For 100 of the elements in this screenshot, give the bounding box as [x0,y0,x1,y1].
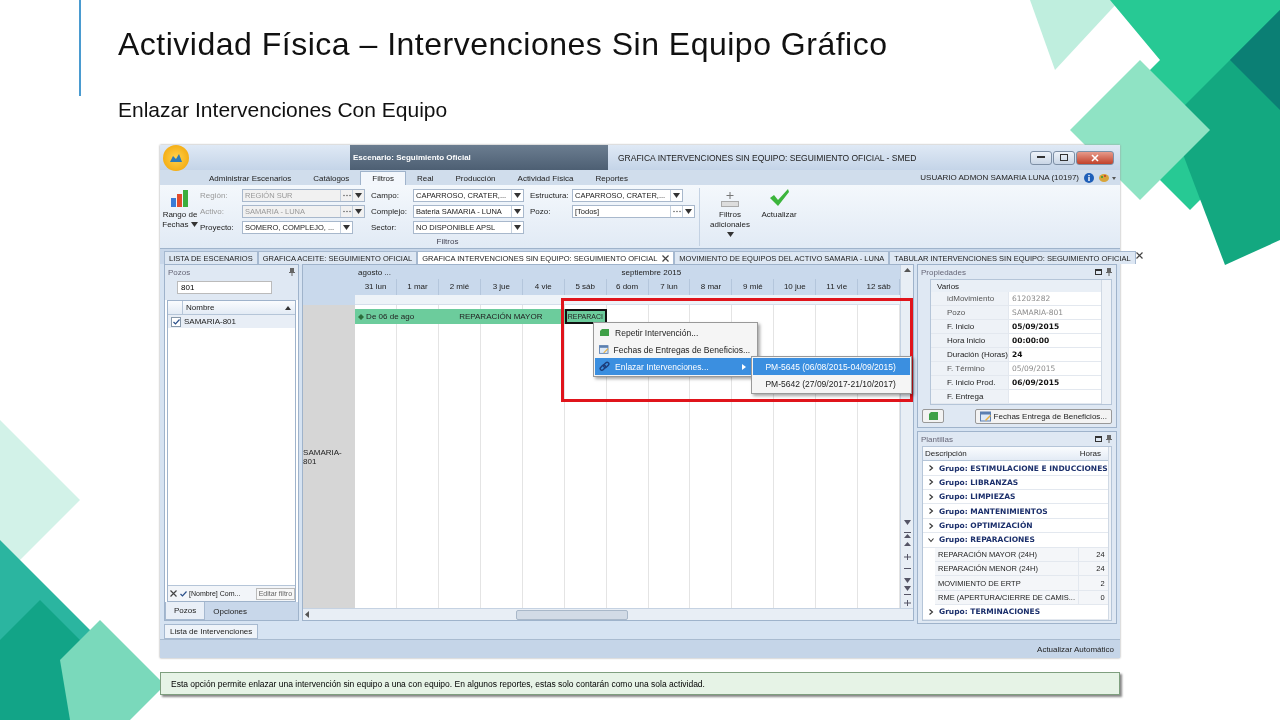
chevron-icon[interactable] [928,608,934,615]
scrollbar[interactable] [1101,280,1111,405]
dropdown-caret-icon [673,192,680,198]
column-header[interactable]: Descripción [923,447,1078,461]
dropdown-caret-icon [514,208,521,214]
maximize-button[interactable] [1053,150,1075,165]
checkbox[interactable] [179,589,187,598]
minimize-button[interactable] [1030,150,1052,165]
benefit-dates-button[interactable]: Fechas Entrega de Beneficios... [974,408,1112,424]
field-label: Proyecto: [200,222,235,232]
dropdown-caret-icon [514,192,521,198]
property-name: Pozo [931,306,1009,320]
scroll-left-icon[interactable] [303,611,312,619]
chevron-icon[interactable] [928,479,934,486]
month-header: agosto ... [358,267,392,277]
calendar-icon [979,410,991,422]
zoom-controls-drawing[interactable] [903,518,911,609]
ribbon-tab[interactable]: Real [406,171,445,185]
checkmark-icon [768,188,790,208]
menu-item[interactable]: Fechas de Entregas de Beneficios... [595,341,757,359]
clear-filter-icon[interactable] [170,590,177,598]
scroll-thumb[interactable] [516,609,629,620]
panel-title: Plantillas [921,434,953,444]
property-name: Hora Inicio [931,334,1009,348]
property-name: F. Término [931,362,1009,376]
bar-chart-icon [169,188,191,208]
add-filter-icon [719,190,741,208]
panel-title: Pozos [168,267,191,277]
property-name: F. Inicio Prod. [931,376,1009,390]
additional-filters-button[interactable]: Filtros adicionales [704,190,756,239]
field-label: Región: [200,190,229,200]
block-icon [927,412,939,421]
field-label: Pozo: [530,206,552,216]
dropdown-caret-icon [343,224,350,230]
property-name: idMovimiento [931,292,1009,306]
property-name: F. Inicio [931,320,1009,334]
block-button[interactable] [922,409,944,424]
menu-item[interactable]: PM-5642 (27/09/2017-21/10/2017) [753,375,911,393]
chevron-icon[interactable] [928,536,934,543]
user-label: USUARIO ADMON SAMARIA LUNA (10197) [920,173,1079,182]
panel-controls-drawing[interactable] [1095,435,1113,444]
panel-tab[interactable]: Opciones [205,602,256,621]
group-label: Filtros [435,237,460,246]
submenu-arrow-icon [742,363,747,370]
property-name: F. Entrega [931,390,1009,404]
field-label: Sector: [371,222,398,232]
field-label: Activo: [200,206,225,216]
panel-tab[interactable]: Pozos [165,602,206,621]
status-text: Actualizar Automático [1037,644,1114,654]
pin-icon[interactable] [289,268,296,277]
window-title: GRAFICA INTERVENCIONES SIN EQUIPO: SEGUIMIENTO OFICIAL - SMED [618,152,917,163]
ribbon-tab[interactable]: Producción [444,171,507,185]
ribbon-tab[interactable]: Administrar Escenarios [198,171,303,185]
tab-close-icon[interactable] [662,254,670,262]
panel-title: Propiedades [921,267,966,277]
block-icon [599,328,611,338]
app-logo-icon [170,153,182,162]
field-label: Complejo: [371,206,408,216]
ribbon-tab[interactable]: Filtros [360,171,407,185]
slide-subtitle: Enlazar Intervenciones Con Equipo [118,98,448,122]
menu-item[interactable]: Repetir Intervención... [595,324,757,342]
dropdown-caret-icon [514,224,521,230]
month-header: septiembre 2015 [621,267,682,277]
category-label: Varios [937,281,960,291]
minimize-icon [1037,156,1045,159]
search-field[interactable]: 801 [177,281,272,295]
date-range-button[interactable]: Rango de Fechas [160,188,200,230]
scroll-up-icon[interactable] [903,265,911,275]
sort-icon [285,305,292,310]
close-icon[interactable] [1135,252,1143,260]
table-cell: SAMARIA-801 [184,317,237,327]
maximize-icon [1060,154,1068,161]
calendar-icon [599,344,609,356]
horizontal-scrollbar[interactable] [303,608,913,621]
ribbon-tab[interactable]: Actividad Física [506,171,585,185]
checkbox[interactable] [171,316,181,327]
dots-icon[interactable] [672,209,681,213]
column-header[interactable]: Horas [1077,447,1108,461]
slide-title: Actividad Física – Intervenciones Sin Equipo Gráfico [118,26,888,63]
ribbon-tab[interactable]: Reportes [584,171,640,185]
panel-controls-drawing[interactable] [1095,268,1113,277]
scenario-title-bar: Escenario: Seguimiento Oficial [350,145,608,170]
chevron-icon[interactable] [928,508,934,515]
info-icon[interactable] [1084,172,1094,183]
link-icon [599,361,611,373]
diamond-icon [358,313,365,320]
caret-icon [190,222,198,227]
intervention-bar[interactable]: De 06 de ago REPARACIÓN MAYOR [355,309,565,325]
chevron-icon[interactable] [928,522,934,529]
app-menu-button[interactable] [163,144,189,171]
caret-icon [726,231,734,237]
palette-icon[interactable] [1099,173,1116,182]
dropdown-caret-icon [355,208,362,214]
dropdown-caret-icon [355,192,362,198]
chevron-icon[interactable] [928,465,934,471]
close-button[interactable] [1076,150,1114,165]
chevron-icon[interactable] [928,493,934,500]
bottom-tab[interactable]: Lista de Intervenciones [164,624,259,640]
ribbon-tab[interactable]: Catálogos [302,171,361,185]
refresh-button[interactable]: Actualizar [756,188,802,220]
